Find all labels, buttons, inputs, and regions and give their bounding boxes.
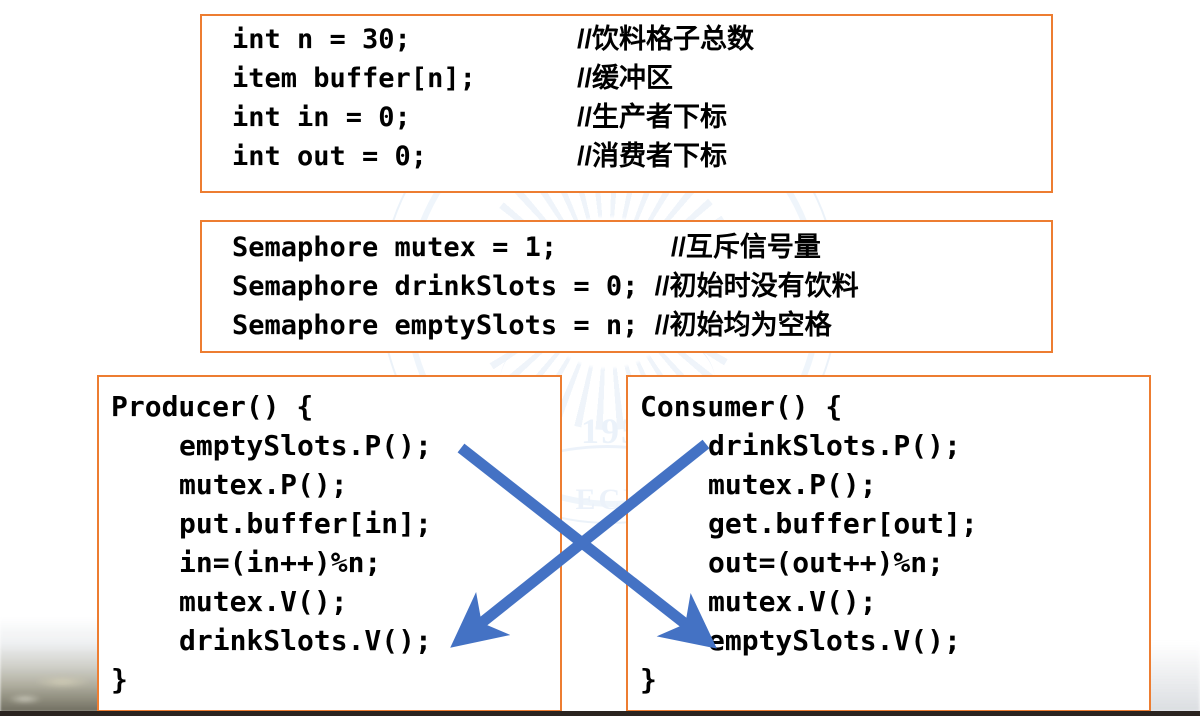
producer-footer: } [111,663,128,696]
consumer-footer: } [640,663,657,696]
code-comment: //饮料格子总数 [577,24,755,54]
code-comment: //消费者下标 [577,141,728,171]
producer-statement: drinkSlots.V(); [179,624,432,657]
code-line: Semaphore drinkSlots = 0; //初始时没有饮料 [232,267,1051,306]
producer-statement: mutex.P(); [179,468,348,501]
code-line: item buffer[n]; //缓冲区 [232,59,1051,98]
consumer-statement: out=(out++)%n; [708,546,945,579]
producer-statement: mutex.V(); [179,585,348,618]
code-text: item buffer[n]; [232,63,476,94]
code-text: int in = 0; [232,102,411,133]
consumer-header: Consumer() { [640,390,843,423]
semaphores-code-box: Semaphore mutex = 1; //互斥信号量 Semaphore d… [200,220,1053,353]
code-line: Semaphore mutex = 1; //互斥信号量 [232,228,1051,267]
code-comment: //初始时没有饮料 [654,271,859,301]
code-line: int n = 30; //饮料格子总数 [232,20,1051,59]
code-text: Semaphore drinkSlots = 0; [232,271,655,302]
code-text: Semaphore mutex = 1; [232,232,671,263]
code-comment: //初始均为空格 [654,310,832,340]
consumer-code-box: Consumer() { drinkSlots.P(); mutex.P(); … [626,375,1151,712]
consumer-statement: mutex.P(); [708,468,877,501]
producer-statement: put.buffer[in]; [179,507,432,540]
code-text: Semaphore emptySlots = n; [232,310,655,341]
code-comment: //生产者下标 [577,102,728,132]
producer-statement: in=(in++)%n; [179,546,382,579]
code-line: Semaphore emptySlots = n; //初始均为空格 [232,306,1051,345]
producer-header: Producer() { [111,390,314,423]
code-line: int in = 0; //生产者下标 [232,98,1051,137]
code-line: int out = 0; //消费者下标 [232,137,1051,176]
code-text: int out = 0; [232,141,428,172]
producer-code-box: Producer() { emptySlots.P(); mutex.P(); … [97,375,562,712]
consumer-statement: drinkSlots.P(); [708,429,961,462]
declarations-code-box: int n = 30; //饮料格子总数 item buffer[n]; //缓… [200,14,1053,193]
bottom-bar [0,711,1200,716]
consumer-statement: emptySlots.V(); [708,624,961,657]
code-comment: //缓冲区 [577,63,674,93]
consumer-statement: mutex.V(); [708,585,877,618]
code-comment: //互斥信号量 [670,232,821,262]
code-text: int n = 30; [232,24,411,55]
producer-statement: emptySlots.P(); [179,429,432,462]
consumer-statement: get.buffer[out]; [708,507,978,540]
